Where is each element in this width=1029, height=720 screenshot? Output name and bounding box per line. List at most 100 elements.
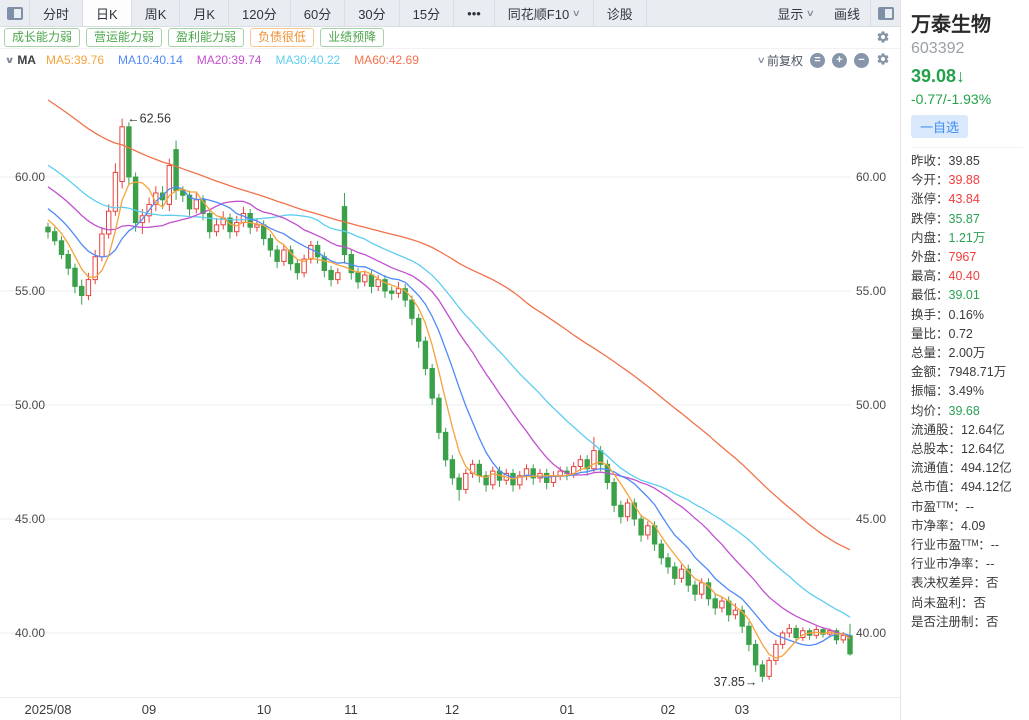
adjust-mode-dropdown[interactable]: ∨ 前复权	[754, 52, 803, 69]
stat-value: 7948.71万	[949, 363, 1007, 382]
indicator-menu-icon[interactable]: =	[810, 53, 825, 68]
stat-label: 换手	[911, 306, 949, 325]
period-tab-label: 分时	[43, 4, 69, 23]
stat-label: 昨收	[911, 152, 949, 171]
panel-left-icon	[7, 7, 23, 20]
stat-label: 总市值	[911, 478, 961, 497]
display-menu-label: 显示	[777, 4, 803, 23]
stat-label: 最低	[911, 286, 949, 305]
period-tab[interactable]: 周K	[132, 0, 181, 26]
display-menu-button[interactable]: 显示 ∨	[767, 0, 824, 26]
ma5-line	[48, 182, 850, 658]
stat-row: 今开39.88	[911, 171, 1023, 190]
price-annotations: ←62.5637.85→	[127, 112, 757, 689]
x-axis-label: 2025/08	[25, 702, 72, 717]
panel-right-icon	[878, 7, 894, 20]
kline-chart[interactable]: 60.0060.0055.0055.0050.0050.0045.0045.00…	[0, 71, 900, 697]
period-tab-label: •••	[467, 6, 481, 21]
stat-value: 2.00万	[949, 344, 986, 363]
stat-value: 43.84	[949, 190, 980, 209]
fundamental-tag[interactable]: 盈利能力弱	[168, 28, 244, 47]
period-tab-label: 15分	[413, 4, 440, 23]
period-tab[interactable]: 15分	[400, 0, 454, 26]
stat-value: 40.40	[949, 267, 980, 286]
period-tab[interactable]: 月K	[180, 0, 229, 26]
stat-value: --	[991, 536, 999, 555]
stat-label: 表决权差异	[911, 574, 986, 593]
period-tab[interactable]: 诊股	[594, 0, 647, 26]
fundamental-tag[interactable]: 营运能力弱	[86, 28, 162, 47]
stat-row: 总量2.00万	[911, 344, 1023, 363]
period-tab[interactable]: 分时	[30, 0, 83, 26]
stat-value: 39.85	[949, 152, 980, 171]
ma-collapse-toggle[interactable]: ∨ MA	[6, 53, 36, 67]
stat-label: 外盘	[911, 248, 949, 267]
stat-row: 市盈ᵀᵀᴹ--	[911, 498, 1023, 517]
kline-chart-svg: 60.0060.0055.0055.0050.0050.0045.0045.00…	[0, 71, 900, 697]
period-toolbar: 分时 日K 周K 月K120分60分 30分 15分 ••• 同花顺F10∨诊股 显示 ∨ 画…	[0, 0, 900, 27]
stat-value: 否	[986, 613, 999, 632]
gear-icon[interactable]	[876, 52, 890, 69]
remove-watchlist-button[interactable]: 一自选	[911, 115, 968, 138]
svg-text:40.00: 40.00	[15, 626, 45, 640]
x-axis-label: 01	[560, 702, 574, 717]
extreme-price-label: ←62.56	[127, 112, 171, 126]
period-tab[interactable]: 日K	[83, 0, 132, 26]
stat-value: 12.64亿	[961, 421, 1005, 440]
draw-line-button[interactable]: 画线	[824, 0, 870, 26]
stat-label: 内盘	[911, 229, 949, 248]
period-tab-label: 30分	[358, 4, 385, 23]
panel-toggle-right-button[interactable]	[870, 0, 900, 26]
chevron-down-icon: ∨	[757, 55, 766, 66]
x-axis-label: 03	[735, 702, 749, 717]
chevron-down-icon: ∨	[5, 55, 15, 66]
period-tab[interactable]: 120分	[229, 0, 291, 26]
panel-toggle-left-button[interactable]	[0, 0, 30, 26]
period-tab[interactable]: 同花顺F10∨	[495, 0, 594, 26]
stat-label: 涨停	[911, 190, 949, 209]
period-tab[interactable]: •••	[454, 0, 495, 26]
quote-side-panel: 万泰生物 603392 39.08↓ -0.77/-1.93% 一自选 昨收39…	[900, 0, 1029, 720]
stat-label: 金额	[911, 363, 949, 382]
stat-label: 市净率	[911, 517, 961, 536]
chart-zoom-tools: = +−	[810, 53, 869, 68]
period-tab-label: 周K	[145, 4, 167, 23]
svg-text:60.00: 60.00	[15, 170, 45, 184]
period-tab[interactable]: 30分	[345, 0, 399, 26]
period-tab[interactable]: 60分	[291, 0, 345, 26]
stat-label: 尚未盈利	[911, 594, 974, 613]
x-axis: 2025/0809101112010203	[0, 697, 900, 720]
ma-legend-item: MA20:39.74	[197, 53, 262, 67]
fundamental-tag[interactable]: 成长能力弱	[4, 28, 80, 47]
stat-label: 均价	[911, 402, 949, 421]
adjust-mode-label: 前复权	[767, 52, 803, 69]
quote-stats-list: 昨收39.85今开39.88涨停43.84跌停35.87内盘1.21万外盘796…	[911, 147, 1023, 632]
fundamental-tag[interactable]: 业绩预降	[320, 28, 384, 47]
fundamental-tag[interactable]: 负债很低	[250, 28, 314, 47]
stat-value: 0.16%	[949, 306, 984, 325]
svg-text:40.00: 40.00	[856, 626, 886, 640]
x-axis-label: 09	[142, 702, 156, 717]
stat-label: 行业市盈ᵀᵀᴹ	[911, 536, 991, 555]
stat-label: 量比	[911, 325, 949, 344]
ma30-line	[48, 165, 850, 617]
stat-row: 尚未盈利否	[911, 594, 1023, 613]
stat-value: 0.72	[949, 325, 973, 344]
stat-row: 流通股12.64亿	[911, 421, 1023, 440]
fundamental-tags-row: 成长能力弱营运能力弱盈利能力弱负债很低业绩预降	[0, 27, 900, 49]
ma-legend: MA5:39.76MA10:40.14MA20:39.74MA30:40.22M…	[46, 53, 419, 67]
stat-value: 4.09	[961, 517, 985, 536]
stat-row: 昨收39.85	[911, 152, 1023, 171]
x-axis-label: 12	[445, 702, 459, 717]
stat-label: 跌停	[911, 210, 949, 229]
stat-row: 金额7948.71万	[911, 363, 1023, 382]
period-tab-label: 日K	[96, 4, 118, 23]
period-tab-label: 同花顺F10	[508, 4, 569, 23]
stat-row: 量比0.72	[911, 325, 1023, 344]
gear-icon[interactable]	[876, 30, 890, 49]
zoom-in-icon[interactable]: +	[832, 53, 847, 68]
svg-text:45.00: 45.00	[856, 512, 886, 526]
stat-row: 总市值494.12亿	[911, 478, 1023, 497]
stat-value: 39.88	[949, 171, 980, 190]
zoom-out-icon[interactable]: −	[854, 53, 869, 68]
